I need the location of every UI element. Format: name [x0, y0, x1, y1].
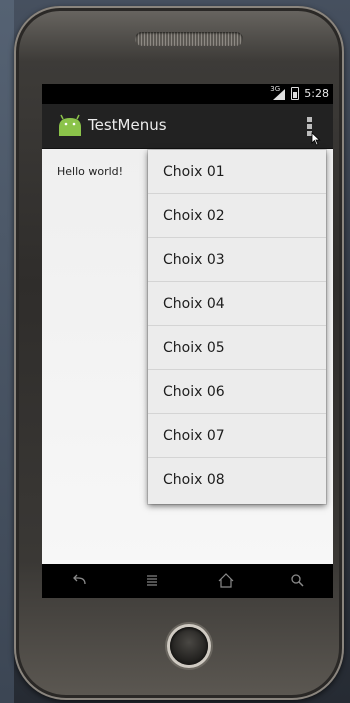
overflow-popup-menu: Choix 01 Choix 02 Choix 03 Choix 04 Choi…: [148, 150, 326, 504]
menu-item-choix-04[interactable]: Choix 04: [148, 282, 326, 326]
earpiece-grille: [135, 32, 243, 46]
window-edge: [0, 0, 14, 703]
menu-item-choix-03[interactable]: Choix 03: [148, 238, 326, 282]
menu-icon[interactable]: [142, 572, 162, 590]
menu-item-choix-02[interactable]: Choix 02: [148, 194, 326, 238]
clock: 5:28: [304, 87, 329, 100]
search-icon[interactable]: [288, 572, 308, 590]
navigation-bar: [42, 564, 333, 598]
back-icon[interactable]: [70, 572, 90, 590]
app-title: TestMenus: [88, 116, 167, 134]
mouse-cursor-icon: [311, 132, 321, 146]
signal-icon: 3G: [270, 85, 286, 100]
hello-text: Hello world!: [57, 165, 124, 178]
battery-icon: [291, 87, 300, 100]
android-icon[interactable]: [57, 114, 83, 138]
menu-item-choix-07[interactable]: Choix 07: [148, 414, 326, 458]
action-bar: TestMenus: [42, 104, 333, 150]
menu-item-choix-06[interactable]: Choix 06: [148, 370, 326, 414]
home-icon[interactable]: [216, 572, 236, 590]
hardware-home-button[interactable]: [170, 627, 208, 665]
menu-item-choix-08[interactable]: Choix 08: [148, 458, 326, 502]
menu-item-choix-01[interactable]: Choix 01: [148, 150, 326, 194]
status-bar: 3G 5:28: [42, 84, 333, 104]
menu-item-choix-05[interactable]: Choix 05: [148, 326, 326, 370]
